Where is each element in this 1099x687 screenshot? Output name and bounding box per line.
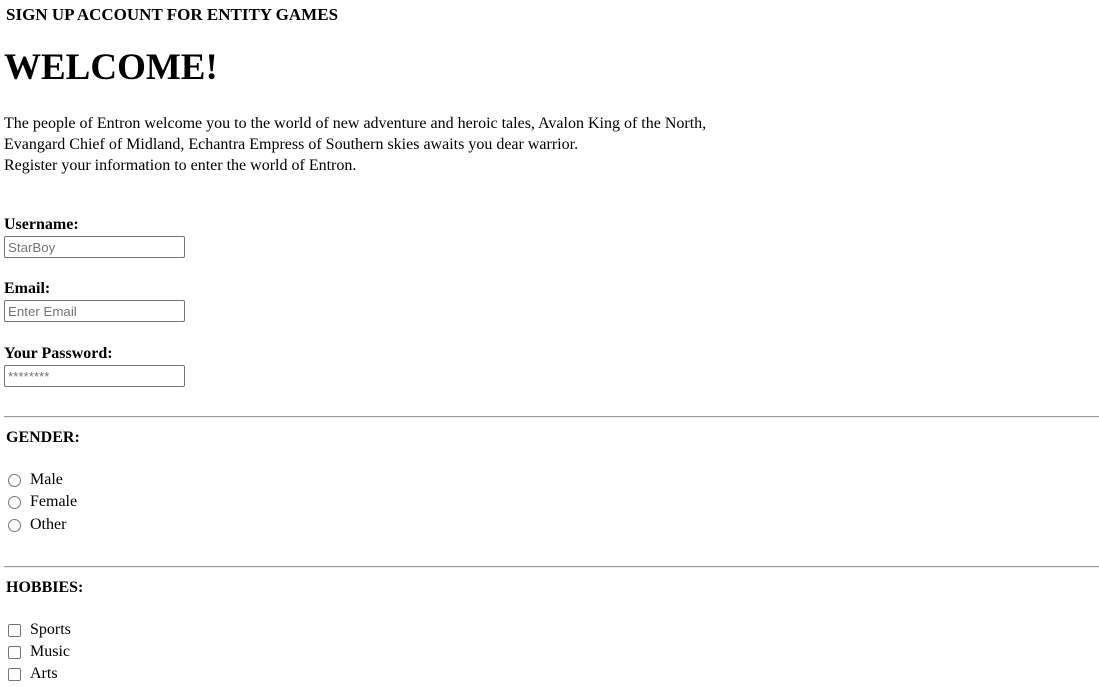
option-label: Arts (30, 665, 58, 682)
gender-option-other[interactable]: Other (8, 515, 66, 535)
intro-line: Evangard Chief of Midland, Echantra Empr… (4, 136, 579, 153)
checkbox[interactable] (8, 645, 21, 659)
intro-line: The people of Entron welcome you to the … (4, 115, 707, 132)
option-label: Male (30, 471, 63, 488)
checkbox[interactable] (8, 667, 21, 681)
password-label: Your Password: (4, 345, 113, 362)
checkbox[interactable] (8, 623, 21, 637)
email-input[interactable] (4, 300, 185, 322)
hobbies-title: HOBBIES: (6, 579, 84, 596)
intro-line: Register your information to enter the w… (4, 157, 357, 174)
username-label: Username: (4, 216, 79, 233)
radio-button[interactable] (8, 473, 21, 487)
gender-option-male[interactable]: Male (8, 470, 63, 490)
option-label: Music (30, 643, 70, 660)
divider (4, 416, 1099, 418)
hobby-option-music[interactable]: Music (8, 642, 70, 662)
hobby-option-sports[interactable]: Sports (8, 620, 71, 640)
welcome-title: WELCOME! (4, 47, 218, 88)
intro-text: The people of Entron welcome you to the … (4, 113, 706, 176)
username-input[interactable] (4, 236, 185, 258)
gender-option-female[interactable]: Female (8, 492, 77, 512)
hobby-option-arts[interactable]: Arts (8, 664, 58, 684)
email-label: Email: (4, 280, 51, 297)
option-label: Female (30, 493, 78, 510)
page-heading: SIGN UP ACCOUNT FOR ENTITY GAMES (6, 5, 339, 24)
divider (4, 566, 1099, 568)
option-label: Sports (30, 621, 71, 638)
option-label: Other (30, 516, 67, 533)
radio-button[interactable] (8, 495, 21, 509)
password-input[interactable] (4, 365, 185, 387)
gender-title: GENDER: (6, 429, 80, 446)
signup-page: SIGN UP ACCOUNT FOR ENTITY GAMES WELCOME… (0, 0, 1099, 687)
radio-button[interactable] (8, 518, 21, 532)
